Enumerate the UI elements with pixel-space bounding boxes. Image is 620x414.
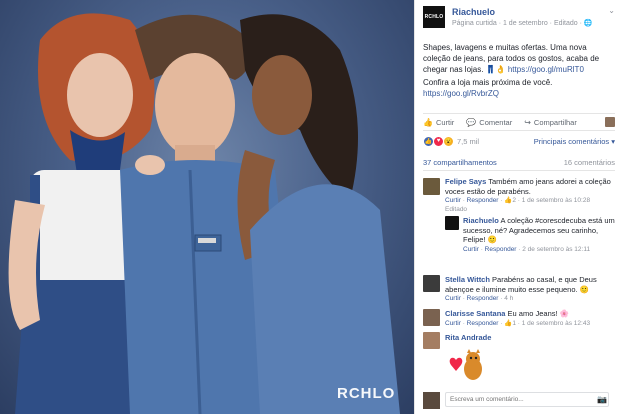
comment-author[interactable]: Stella Wittch [445, 275, 490, 284]
chevron-down-icon[interactable]: ⌄ [608, 6, 615, 15]
post-meta: Página curtida · 1 de setembro · Editado… [452, 20, 593, 27]
post-link-2[interactable]: https://goo.gl/RvbrZQ [423, 89, 499, 98]
comment-count[interactable]: 16 comentários [564, 158, 615, 170]
comment-item: Riachuelo A coleção #corescdecuba está u… [463, 216, 615, 254]
comment-like-link[interactable]: Curtir [463, 246, 479, 253]
comment-item: Clarisse Santana Eu amo Jeans! 🌸 Curtir … [445, 309, 613, 328]
avatar[interactable] [423, 178, 440, 195]
comment-meta: Curtir · Responder · 4 h [445, 295, 514, 302]
avatar[interactable] [423, 309, 440, 326]
comment-meta: Curtir · Responder · 2 de setembro às 12… [463, 245, 591, 253]
comment-reply-link[interactable]: Responder [485, 246, 517, 253]
sticker-image[interactable] [445, 345, 485, 385]
camera-icon[interactable]: 📷 [597, 395, 607, 404]
post-actions: 👍 Curtir 💬 Comentar ↪ Compartilhar [423, 113, 615, 131]
comment-like-link[interactable]: Curtir [445, 197, 461, 204]
share-count[interactable]: 37 compartilhamentos [423, 158, 497, 170]
comment-edited: Editado [445, 206, 468, 213]
globe-icon: 🌐 [583, 20, 593, 27]
page-name[interactable]: Riachuelo [452, 7, 495, 17]
post-photo[interactable]: RCHLO [0, 0, 414, 414]
reaction-count[interactable]: 7,5 mil [457, 137, 479, 146]
comment-item: Felipe Says Também amo jeans adorei a co… [445, 177, 613, 214]
comment-like-count: 1 [512, 319, 516, 327]
share-button[interactable]: ↪ Compartilhar [524, 118, 577, 127]
avatar[interactable] [423, 275, 440, 292]
comment-like-count: 2 [512, 197, 516, 204]
comment-time[interactable]: 1 de setembro às 12:43 [522, 320, 590, 327]
comment-composer: 📷 [423, 392, 613, 409]
models-illustration [8, 13, 400, 414]
share-icon: ↪ [524, 117, 531, 127]
post-text: Shapes, lavagens e muitas ofertas. Uma n… [423, 42, 613, 101]
wow-reaction-icon[interactable]: 😮 [443, 135, 454, 147]
comment-time[interactable]: 4 h [504, 295, 513, 302]
comment-author[interactable]: Riachuelo [463, 216, 499, 225]
post-link-1[interactable]: https://goo.gl/muRlT0 [508, 65, 584, 74]
comment-author[interactable]: Clarisse Santana [445, 309, 505, 318]
comment-reply-link[interactable]: Responder [467, 295, 499, 302]
comment-reply-link[interactable]: Responder [467, 320, 499, 327]
comment-meta: Curtir · Responder · 👍1 · 1 de setembro … [445, 319, 591, 327]
page-avatar[interactable]: RCHLO [423, 6, 445, 28]
comment-icon: 💬 [466, 117, 477, 127]
comment-author[interactable]: Felipe Says [445, 177, 486, 186]
post-stats: 37 compartilhamentos 16 comentários [423, 158, 615, 171]
thumbs-up-icon: 👍 [423, 117, 433, 127]
comment-reply-link[interactable]: Responder [467, 197, 499, 204]
avatar[interactable] [445, 216, 459, 230]
post-panel: RCHLO Riachuelo Página curtida · 1 de se… [414, 0, 620, 414]
comment-sort-dropdown[interactable]: Principais comentários ▾ [534, 137, 615, 146]
comment-meta: Curtir · Responder · 👍2 · 1 de setembro … [445, 197, 591, 213]
like-button[interactable]: 👍 Curtir [423, 118, 454, 127]
comment-time[interactable]: 1 de setembro às 10:28 [522, 197, 590, 204]
avatar [423, 392, 440, 409]
avatar[interactable] [423, 332, 440, 349]
comment-time[interactable]: 2 de setembro às 12:11 [522, 246, 590, 253]
actor-avatar[interactable] [605, 117, 615, 127]
comment-item: Rita Andrade [445, 333, 613, 343]
comment-item: Stella Wittch Parabéns ao casal, e que D… [445, 275, 613, 303]
comment-button[interactable]: 💬 Comentar [466, 118, 512, 127]
comment-input[interactable] [445, 392, 609, 407]
comment-text: Eu amo Jeans! 🌸 [507, 309, 569, 318]
post-header: RCHLO Riachuelo Página curtida · 1 de se… [423, 6, 615, 34]
photo-watermark: RCHLO [337, 385, 396, 402]
reactions-bar: 👍 ♥ 😮 7,5 mil Principais comentários ▾ [423, 134, 615, 148]
comment-like-link[interactable]: Curtir [445, 320, 461, 327]
comment-like-link[interactable]: Curtir [445, 295, 461, 302]
post-body-2: Confira a loja mais próxima de você. [423, 78, 553, 87]
comment-author[interactable]: Rita Andrade [445, 333, 491, 342]
